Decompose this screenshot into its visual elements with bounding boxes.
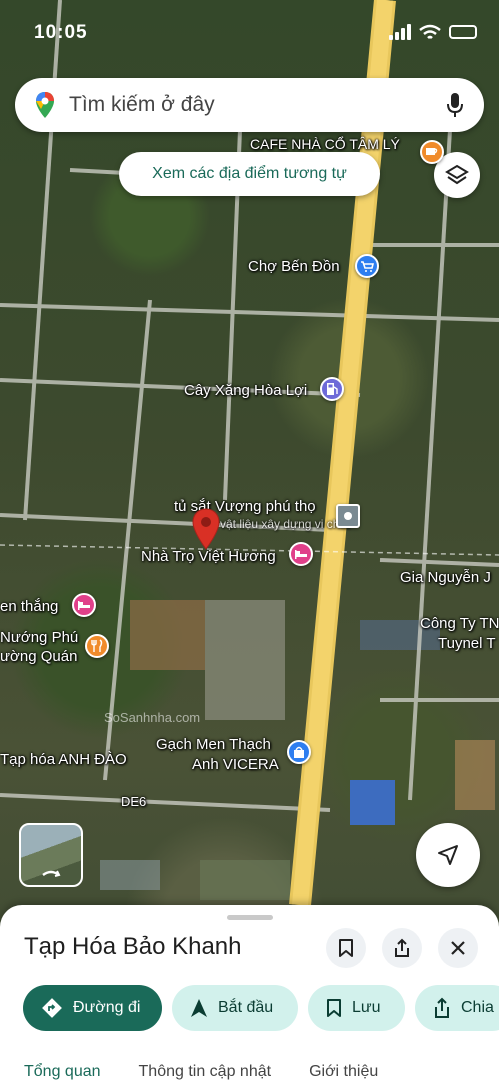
tab-about[interactable]: Giới thiệu	[309, 1063, 378, 1080]
microphone-icon[interactable]	[446, 92, 464, 118]
map-label-cafe[interactable]: CAFE NHÀ CỔ TÂM LÝ	[250, 136, 400, 152]
battery-icon	[449, 25, 477, 39]
search-bar[interactable]: Tìm kiếm ở đây	[15, 78, 484, 132]
share-chip-icon	[435, 997, 449, 1018]
layers-icon	[445, 164, 469, 185]
gas-station-icon[interactable]	[320, 377, 344, 401]
bookmark-icon	[339, 939, 353, 957]
map-label-en-thang[interactable]: en thắng	[0, 598, 58, 615]
location-pin-icon[interactable]	[192, 508, 220, 550]
tab-updates[interactable]: Thông tin cập nhật	[139, 1063, 272, 1080]
map-label-de6: DE6	[121, 794, 147, 809]
share-label: Chia	[461, 999, 494, 1016]
map-label-cho-ben-don[interactable]: Chợ Bến Đồn	[248, 258, 340, 275]
sheet-drag-handle[interactable]	[227, 915, 273, 920]
directions-button[interactable]: Đường đi	[23, 985, 162, 1031]
tab-overview[interactable]: Tổng quan	[24, 1063, 101, 1080]
save-button[interactable]: Lưu	[308, 985, 405, 1031]
map-label-tap-hoa-anh-dao[interactable]: Tạp hóa ANH ĐÀO	[0, 751, 127, 768]
place-title: Tạp Hóa Bảo Khanh	[24, 933, 242, 960]
navigation-arrow-icon	[438, 845, 458, 865]
map-label-nuong-quan[interactable]: ường Quán	[0, 648, 77, 665]
hotel-bed-icon-2[interactable]	[72, 593, 96, 617]
save-label: Lưu	[352, 999, 381, 1016]
directions-icon	[42, 998, 62, 1018]
my-location-button[interactable]	[416, 823, 480, 887]
map-label-nha-tro[interactable]: Nhà Trọ Việt Hương	[141, 548, 276, 565]
cafe-poi-icon[interactable]	[420, 140, 444, 164]
close-icon	[451, 941, 465, 955]
status-time: 10:05	[34, 22, 88, 43]
map-label-tuynel[interactable]: Tuynel T	[438, 635, 496, 652]
restaurant-icon[interactable]	[85, 634, 109, 658]
directions-label: Đường đi	[73, 999, 141, 1016]
hotel-bed-icon[interactable]	[289, 542, 313, 566]
start-button[interactable]: Bắt đầu	[172, 985, 298, 1031]
place-square-icon[interactable]	[336, 504, 360, 528]
map-label-cay-xang[interactable]: Cây Xăng Hòa Lợi	[184, 382, 307, 399]
action-buttons-row: Đường đi Bắt đầu Lưu Chia	[23, 985, 499, 1031]
bookmark-outline-icon	[327, 999, 341, 1017]
status-icons	[389, 24, 477, 40]
map-label-vat-lieu[interactable]: vật liệu xây dựng vi chất	[220, 517, 349, 531]
similar-places-chip[interactable]: Xem các địa điểm tương tự	[119, 152, 380, 196]
wifi-icon	[419, 24, 441, 39]
shopping-bag-icon[interactable]	[287, 740, 311, 764]
share-chip-button[interactable]: Chia	[415, 985, 499, 1031]
maps-logo-icon	[36, 92, 54, 118]
map-label-nuong-phu[interactable]: Nướng Phú	[0, 629, 78, 646]
place-tabs: Tổng quan Thông tin cập nhật Giới thiệu	[24, 1063, 378, 1080]
shopping-cart-icon[interactable]	[355, 254, 379, 278]
map-label-gach-men-2[interactable]: Anh VICERA	[192, 756, 279, 773]
map-label-cong-ty[interactable]: Công Ty TN	[420, 615, 499, 632]
save-bookmark-button[interactable]	[326, 928, 366, 968]
map-label-gia-nguyen[interactable]: Gia Nguyễn J	[400, 569, 491, 586]
search-input[interactable]: Tìm kiếm ở đây	[69, 93, 446, 117]
close-button[interactable]	[438, 928, 478, 968]
street-view-rotate-icon	[42, 870, 61, 877]
start-label: Bắt đầu	[218, 999, 274, 1016]
navigation-icon	[191, 999, 207, 1017]
signal-icon	[389, 24, 411, 40]
watermark: SoSanhnha.com	[104, 710, 201, 725]
map-label-gach-men-1[interactable]: Gạch Men Thạch	[156, 736, 271, 753]
place-bottom-sheet[interactable]: Tạp Hóa Bảo Khanh Đường đi Bắt đầu Lưu C…	[0, 905, 499, 1080]
share-icon	[395, 938, 409, 957]
street-view-thumbnail[interactable]	[19, 823, 83, 887]
share-button[interactable]	[382, 928, 422, 968]
